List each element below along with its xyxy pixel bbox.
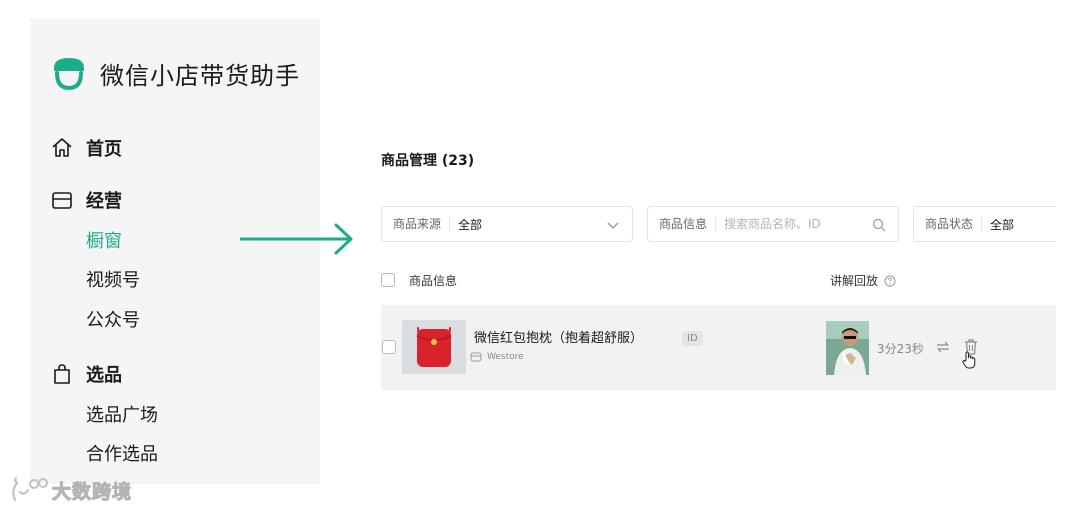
sidebar-item-cooperation[interactable]: 合作选品 [86, 442, 158, 468]
watermark-text: 大数跨境 [51, 480, 133, 503]
nav-business[interactable]: 经营 [50, 186, 122, 214]
product-count: (23) [441, 153, 475, 169]
red-envelope-pillow-image [402, 320, 466, 374]
storefront-icon [52, 192, 72, 209]
brand: 微信小店带货助手 [50, 54, 300, 92]
sidebar-item-official-account[interactable]: 公众号 [86, 308, 140, 334]
info-search-label: 商品信息 [648, 217, 717, 231]
status-filter-value: 全部 [990, 217, 1015, 232]
page-title: 商品管理 (23) [381, 150, 474, 170]
shop-logo-icon [54, 58, 84, 91]
presenter-image [826, 321, 869, 375]
status-filter-label: 商品状态 [914, 217, 983, 231]
store-tag: Westore [470, 351, 524, 363]
watermark: 大数跨境 [10, 476, 132, 504]
chevron-down-icon [607, 222, 619, 229]
sidebar-item-showcase[interactable]: 橱窗 [86, 229, 122, 255]
help-circle-icon[interactable] [884, 275, 896, 287]
replay-video-thumbnail[interactable] [826, 321, 869, 375]
search-icon[interactable] [872, 218, 886, 232]
nav-home-label: 首页 [86, 139, 122, 160]
nav-home[interactable]: 首页 [50, 134, 122, 162]
header-product: 商品信息 [409, 274, 458, 288]
sidebar-item-selection-square[interactable]: 选品广场 [86, 403, 158, 429]
arrow-right-icon [240, 223, 353, 255]
swap-icon[interactable] [936, 341, 950, 353]
home-icon [52, 138, 72, 157]
source-filter-label: 商品来源 [382, 217, 451, 231]
store-icon [470, 352, 482, 362]
store-name: Westore [487, 352, 524, 362]
row-checkbox[interactable] [382, 340, 396, 354]
select-all-checkbox[interactable] [381, 273, 395, 287]
watermark-logo-icon [12, 476, 48, 502]
source-filter-value: 全部 [458, 217, 483, 232]
source-filter[interactable]: 商品来源 全部 [381, 206, 633, 242]
search-input[interactable] [716, 217, 857, 231]
status-filter[interactable]: 商品状态 全部 [913, 206, 1056, 242]
app-name: 微信小店带货助手 [100, 61, 300, 90]
shopping-bag-icon [54, 364, 70, 384]
id-badge[interactable]: ID [682, 331, 703, 346]
page-title-text: 商品管理 [381, 153, 437, 169]
nav-selection-label: 选品 [86, 365, 122, 386]
nav-business-label: 经营 [86, 191, 122, 212]
product-name[interactable]: 微信红包抱枕（抱着超舒服） [474, 327, 643, 346]
replay-duration: 3分23秒 [877, 342, 924, 356]
info-search[interactable]: 商品信息 [647, 206, 899, 242]
hand-cursor-icon [962, 351, 976, 369]
table-header: 商品信息 讲解回放 [381, 266, 1056, 294]
product-thumbnail [402, 320, 466, 374]
sidebar-item-channels[interactable]: 视频号 [86, 268, 140, 294]
table-row[interactable]: 微信红包抱枕（抱着超舒服） Westore ID 3分23秒 [381, 305, 1056, 390]
header-replay: 讲解回放 [830, 274, 879, 288]
nav-selection[interactable]: 选品 [50, 360, 122, 388]
